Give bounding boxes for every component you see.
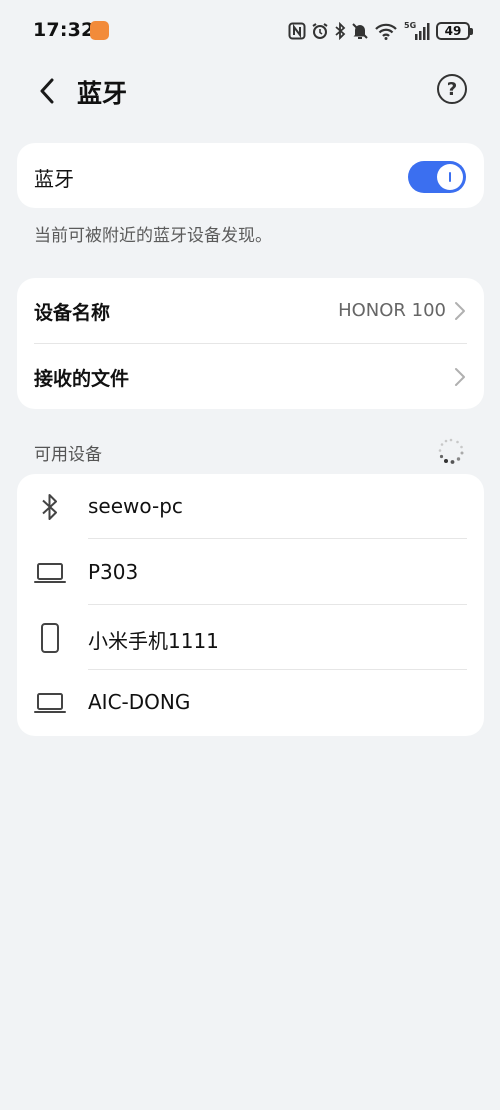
device-name: AIC-DONG xyxy=(88,690,191,714)
device-name: seewo-pc xyxy=(88,494,183,518)
status-icons: 5G 49 xyxy=(288,19,473,43)
device-name-row[interactable]: 设备名称 HONOR 100 xyxy=(17,278,484,343)
laptop-icon xyxy=(34,687,66,719)
app-notification-icon xyxy=(90,21,109,40)
phone-icon xyxy=(34,622,66,654)
loading-spinner-icon xyxy=(438,438,464,464)
status-time: 17:32 xyxy=(33,19,95,41)
alarm-icon xyxy=(312,23,328,39)
battery-icon: 49 xyxy=(436,22,473,40)
laptop-icon xyxy=(34,557,66,589)
device-item[interactable]: 小米手机1111 xyxy=(17,605,484,670)
header: 蓝牙 ? xyxy=(0,62,500,118)
wifi-icon xyxy=(375,23,397,40)
device-item[interactable]: P303 xyxy=(17,540,484,605)
bluetooth-icon xyxy=(34,491,66,523)
toggle-knob xyxy=(437,164,463,190)
divider xyxy=(88,538,467,539)
received-files-row[interactable]: 接收的文件 xyxy=(17,344,484,409)
device-name-value: HONOR 100 xyxy=(338,300,446,321)
available-devices-header: 可用设备 xyxy=(34,445,102,465)
device-name-label: 设备名称 xyxy=(34,302,111,324)
bluetooth-toggle[interactable] xyxy=(408,161,466,193)
device-item[interactable]: seewo-pc xyxy=(17,474,484,539)
discoverable-hint: 当前可被附近的蓝牙设备发现。 xyxy=(34,226,272,246)
device-name: 小米手机1111 xyxy=(88,629,219,653)
battery-level: 49 xyxy=(444,24,462,38)
help-button[interactable]: ? xyxy=(437,74,467,104)
question-icon: ? xyxy=(446,78,458,100)
mute-icon xyxy=(352,23,368,39)
received-files-label: 接收的文件 xyxy=(34,368,130,390)
available-devices-list: seewo-pc P303 小米手机1111 AIC-DONG xyxy=(17,474,484,736)
bluetooth-status-icon xyxy=(335,22,346,40)
device-info-card: 设备名称 HONOR 100 接收的文件 xyxy=(17,278,484,409)
page-title: 蓝牙 xyxy=(77,79,128,108)
signal-icon: 5G xyxy=(404,21,430,40)
bluetooth-label: 蓝牙 xyxy=(34,167,74,191)
device-item[interactable]: AIC-DONG xyxy=(17,670,484,735)
device-name: P303 xyxy=(88,560,139,584)
back-button[interactable] xyxy=(30,74,64,108)
status-bar: 17:32 5G 49 xyxy=(0,0,500,62)
svg-text:5G: 5G xyxy=(404,21,416,30)
bluetooth-toggle-card: 蓝牙 xyxy=(17,143,484,208)
chevron-right-icon xyxy=(455,368,465,386)
nfc-icon xyxy=(288,22,306,40)
chevron-left-icon xyxy=(40,78,54,104)
chevron-right-icon xyxy=(455,302,465,320)
